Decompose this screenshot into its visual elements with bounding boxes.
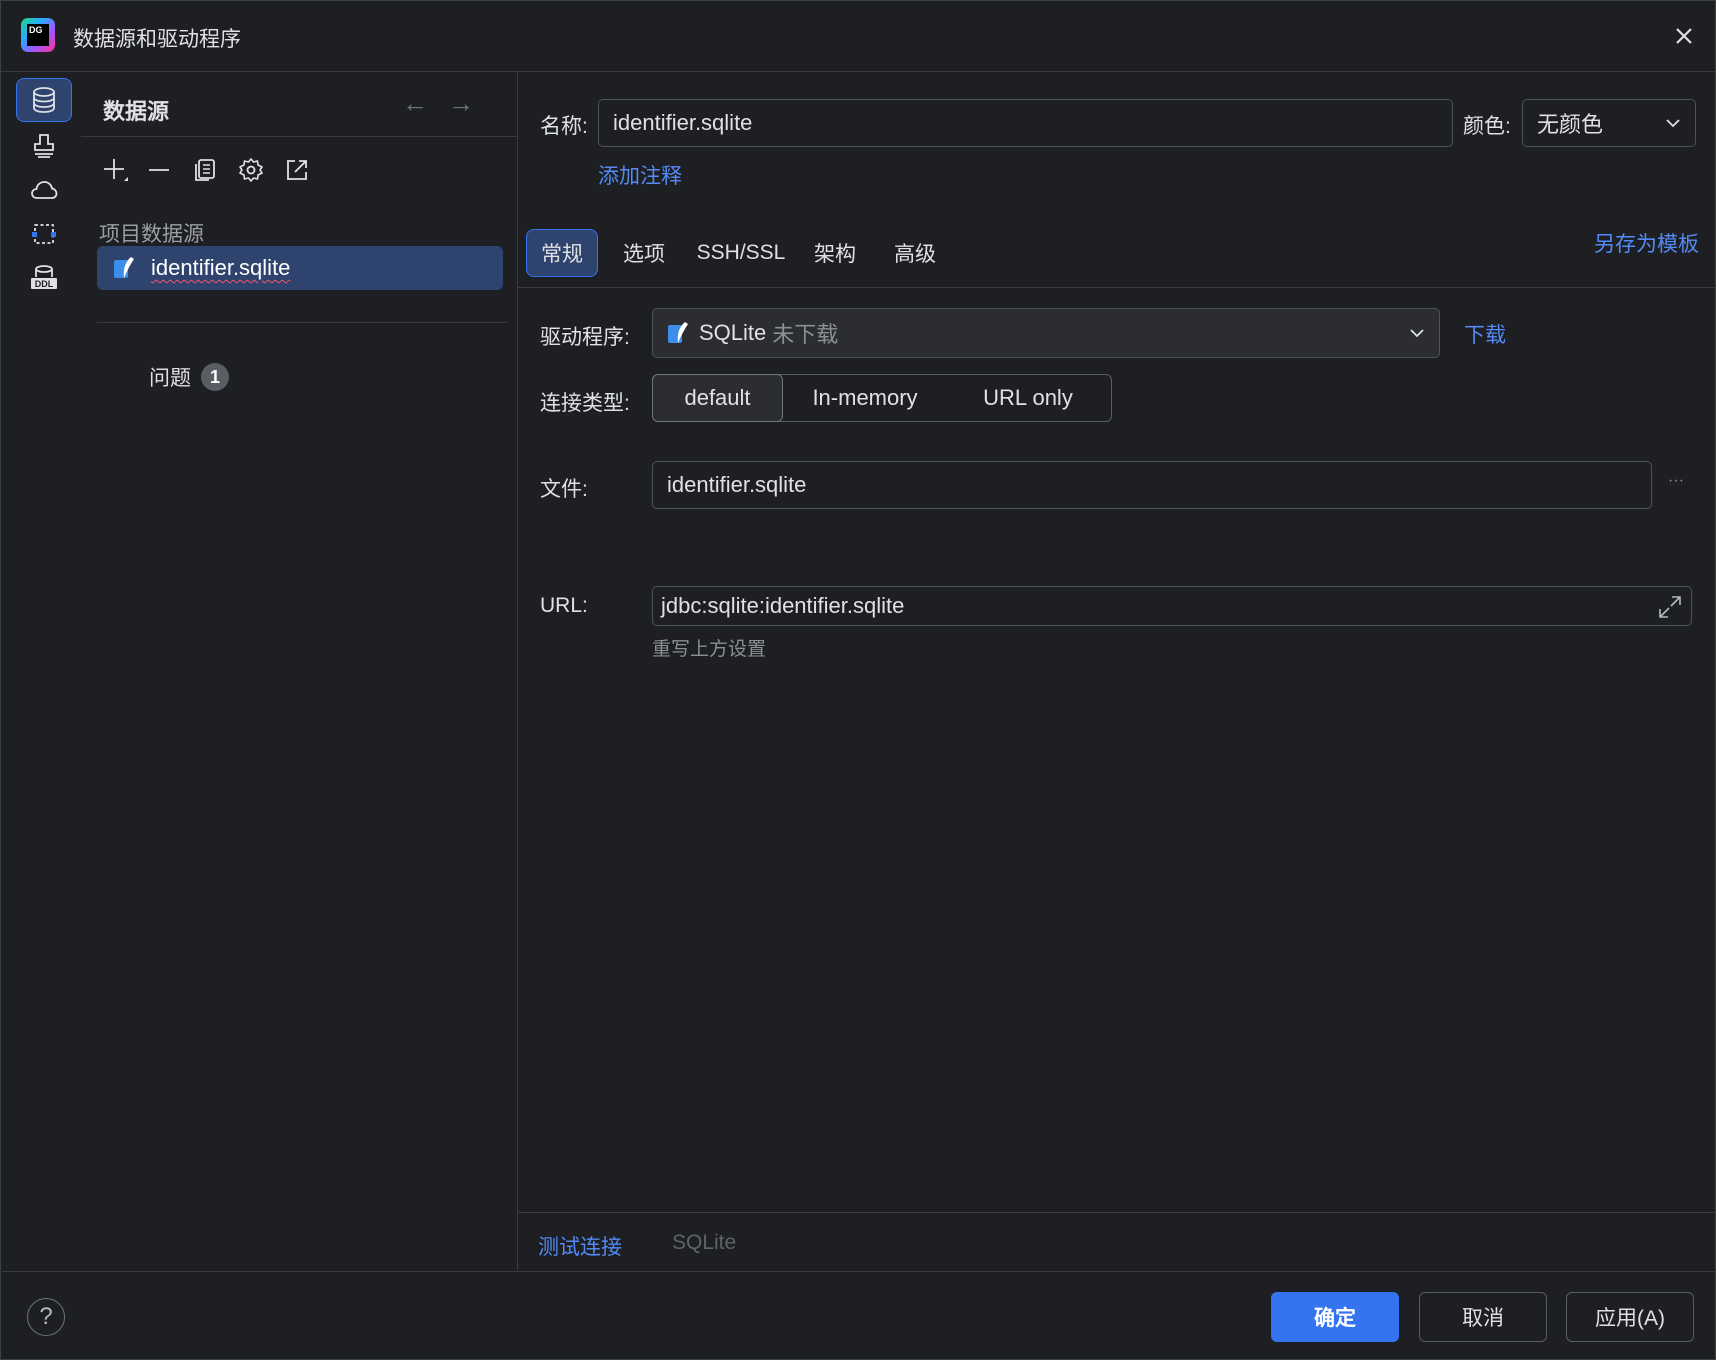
tab-options[interactable]: 选项 [606, 229, 682, 277]
driver-status: 未下载 [772, 322, 839, 347]
save-as-template-link[interactable]: 另存为模板 [1594, 228, 1699, 258]
window-title: 数据源和驱动程序 [73, 28, 241, 51]
bottom-divider [518, 1212, 1716, 1213]
file-label: 文件: [540, 478, 588, 501]
help-icon[interactable]: ? [27, 1298, 65, 1336]
schema-compare-icon[interactable] [16, 212, 72, 256]
tabs-divider [518, 287, 1716, 288]
color-select-value: 无颜色 [1537, 112, 1604, 137]
svg-text:DDL: DDL [35, 279, 54, 289]
datagrip-logo-icon: DG [21, 18, 55, 52]
driver-footer-label: SQLite [672, 1231, 737, 1254]
export-icon[interactable] [281, 154, 313, 186]
back-arrow-icon[interactable]: ← [399, 88, 431, 120]
data-sources-icon[interactable] [16, 78, 72, 122]
sidebar: 数据源 ← → 项目数据源 identifier.sqlite 问题 1 [81, 72, 518, 1270]
name-input-value: identifier.sqlite [613, 110, 753, 135]
chevron-down-icon [1666, 119, 1680, 128]
close-icon[interactable] [1669, 21, 1699, 51]
forward-arrow-icon[interactable]: → [445, 88, 477, 120]
download-driver-link[interactable]: 下载 [1464, 319, 1506, 349]
sidebar-item-identifier-sqlite[interactable]: identifier.sqlite [97, 246, 503, 290]
conn-type-default[interactable]: default [652, 374, 783, 422]
color-label: 颜色: [1463, 115, 1511, 138]
tab-ssh-ssl[interactable]: SSH/SSL [690, 229, 792, 277]
problems-count-badge: 1 [201, 363, 229, 391]
test-connection-link[interactable]: 测试连接 [538, 1231, 622, 1261]
sqlite-feather-icon [114, 257, 134, 278]
duplicate-icon[interactable] [189, 154, 221, 186]
url-input-value: jdbc:sqlite:identifier.sqlite [661, 593, 905, 618]
name-input[interactable]: identifier.sqlite [598, 99, 1453, 147]
sidebar-divider-2 [97, 322, 507, 323]
ok-button[interactable]: 确定 [1271, 1292, 1399, 1342]
url-label: URL: [540, 594, 588, 617]
sidebar-item-label: identifier.sqlite [151, 255, 291, 280]
add-icon[interactable] [99, 154, 131, 186]
add-comment-link[interactable]: 添加注释 [598, 160, 682, 190]
driver-select[interactable]: SQLite 未下载 [652, 308, 1440, 358]
problems-link[interactable]: 问题 [149, 362, 191, 392]
name-label: 名称: [540, 115, 588, 138]
category-rail: DDL [2, 72, 81, 1272]
conn-type-in-memory[interactable]: In-memory [785, 375, 945, 421]
driver-label: 驱动程序: [540, 326, 630, 349]
override-hint: 重写上方设置 [652, 639, 767, 660]
tab-schemas[interactable]: 架构 [800, 229, 870, 277]
file-input-value: identifier.sqlite [667, 472, 807, 497]
cancel-button[interactable]: 取消 [1419, 1292, 1547, 1342]
cloud-icon[interactable] [16, 168, 72, 212]
sidebar-divider [81, 136, 517, 137]
settings-gear-icon[interactable] [235, 154, 267, 186]
dialog-window: DG 数据源和驱动程序 DDL 数据源 ← → 项目数据源 identifier… [0, 0, 1716, 1360]
remove-icon[interactable] [143, 154, 175, 186]
apply-button[interactable]: 应用(A) [1566, 1292, 1694, 1342]
driver-name: SQLite [699, 320, 767, 345]
browse-file-button[interactable]: ··· [1668, 472, 1684, 490]
chevron-down-icon [1410, 329, 1424, 338]
title-bar: DG 数据源和驱动程序 [1, 1, 1715, 72]
sqlite-feather-icon [668, 322, 688, 343]
url-input[interactable]: jdbc:sqlite:identifier.sqlite [652, 586, 1692, 626]
sidebar-title: 数据源 [103, 99, 170, 124]
ddl-icon[interactable]: DDL [16, 256, 72, 300]
main-panel: 名称: identifier.sqlite 颜色: 无颜色 添加注释 常规 选项… [518, 72, 1716, 1272]
drivers-stamp-icon[interactable] [16, 124, 72, 168]
expand-icon[interactable] [1657, 594, 1683, 620]
connection-type-label: 连接类型: [540, 392, 630, 415]
conn-type-url-only[interactable]: URL only [945, 375, 1111, 421]
tab-advanced[interactable]: 高级 [878, 229, 952, 277]
connection-type-segmented: default In-memory URL only [652, 374, 1112, 422]
file-input[interactable]: identifier.sqlite [652, 461, 1652, 509]
footer-divider [2, 1271, 1716, 1272]
project-datasources-label: 项目数据源 [99, 223, 204, 246]
tab-general[interactable]: 常规 [526, 229, 598, 277]
color-select[interactable]: 无颜色 [1522, 99, 1696, 147]
